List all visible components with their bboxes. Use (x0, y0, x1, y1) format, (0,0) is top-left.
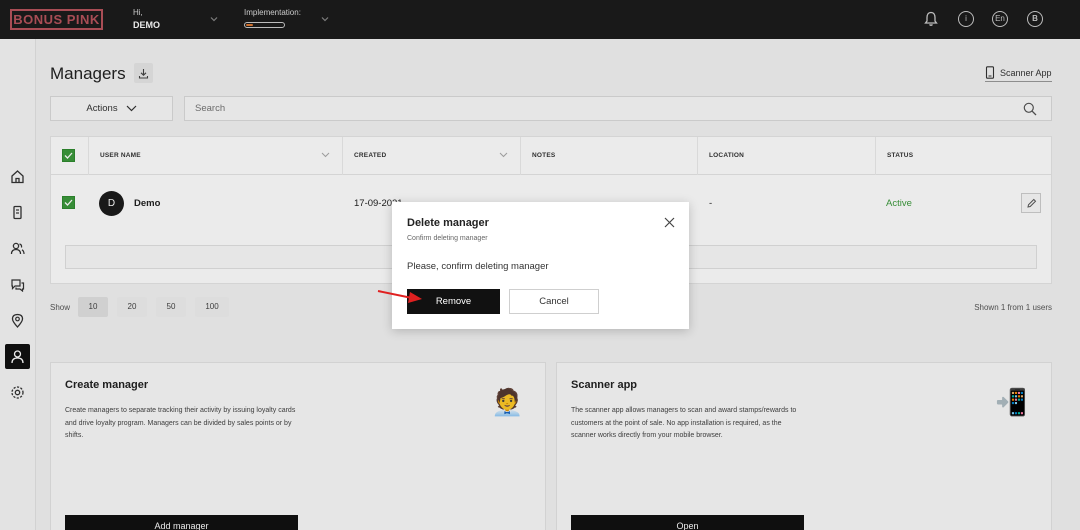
dialog-message: Please, confirm deleting manager (407, 261, 549, 272)
dialog-subtitle: Confirm deleting manager (407, 235, 488, 242)
delete-manager-dialog: Delete manager Confirm deleting manager … (392, 202, 689, 329)
cancel-button[interactable]: Cancel (509, 289, 599, 314)
close-icon[interactable] (662, 215, 676, 229)
dialog-title: Delete manager (407, 217, 489, 229)
annotation-arrow-icon (377, 290, 422, 303)
